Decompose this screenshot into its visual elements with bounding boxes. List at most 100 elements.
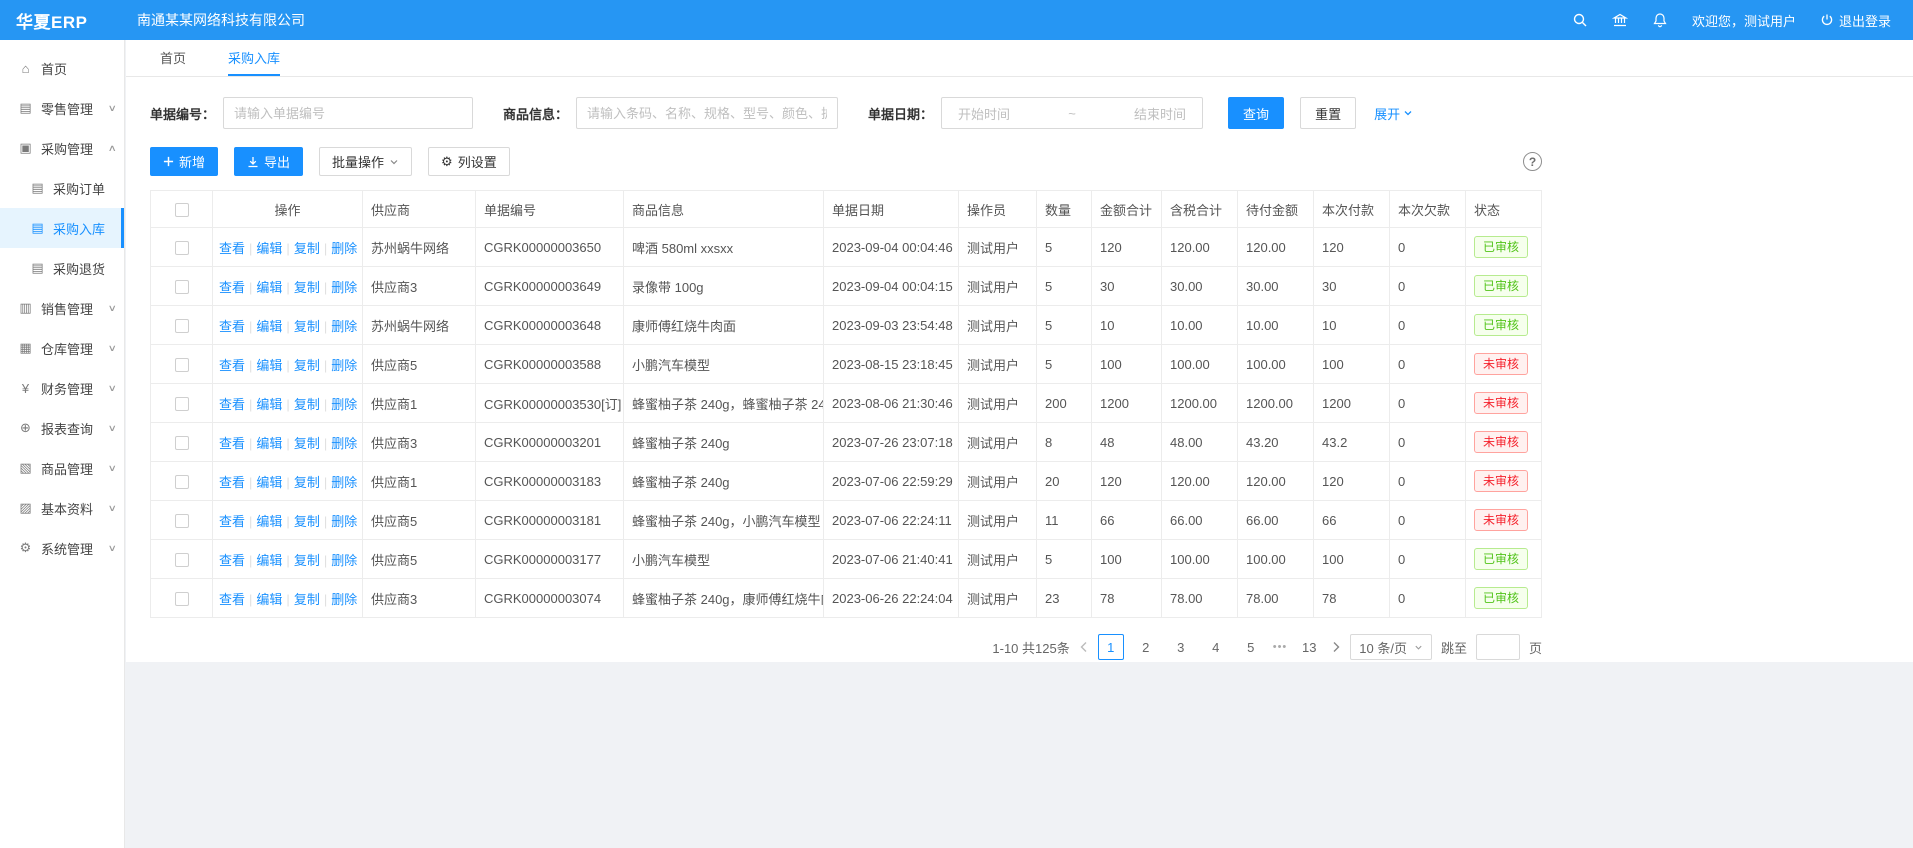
- sidebar-subitem-purchase-return[interactable]: ▤采购退货: [0, 248, 124, 288]
- page-button-4[interactable]: 4: [1203, 634, 1229, 660]
- delete-link[interactable]: 删除: [331, 553, 357, 568]
- delete-link[interactable]: 删除: [331, 592, 357, 607]
- edit-link[interactable]: 编辑: [256, 436, 282, 451]
- copy-link[interactable]: 复制: [294, 319, 320, 334]
- row-checkbox[interactable]: [175, 319, 189, 333]
- page-button-3[interactable]: 3: [1168, 634, 1194, 660]
- row-checkbox[interactable]: [175, 475, 189, 489]
- row-checkbox[interactable]: [175, 241, 189, 255]
- sidebar-item-home[interactable]: ⌂首页: [0, 48, 124, 88]
- page-button-2[interactable]: 2: [1133, 634, 1159, 660]
- next-page-button[interactable]: [1331, 641, 1341, 653]
- edit-link[interactable]: 编辑: [256, 475, 282, 490]
- edit-link[interactable]: 编辑: [256, 397, 282, 412]
- edit-link[interactable]: 编辑: [256, 592, 282, 607]
- copy-link[interactable]: 复制: [294, 436, 320, 451]
- copy-link[interactable]: 复制: [294, 475, 320, 490]
- column-settings-button[interactable]: ⚙ 列设置: [428, 147, 510, 176]
- view-link[interactable]: 查看: [219, 436, 245, 451]
- edit-link[interactable]: 编辑: [256, 280, 282, 295]
- supplier-cell: 供应商3: [363, 423, 476, 462]
- sidebar-subitem-purchase-order[interactable]: ▤采购订单: [0, 168, 124, 208]
- view-link[interactable]: 查看: [219, 241, 245, 256]
- sidebar-subitem-purchase-inbound[interactable]: ▤采购入库: [0, 208, 124, 248]
- copy-link[interactable]: 复制: [294, 514, 320, 529]
- select-all-checkbox[interactable]: [175, 203, 189, 217]
- delete-link[interactable]: 删除: [331, 241, 357, 256]
- copy-link[interactable]: 复制: [294, 241, 320, 256]
- page-size-select[interactable]: 10 条/页: [1350, 634, 1432, 660]
- copy-link[interactable]: 复制: [294, 280, 320, 295]
- sidebar-item-warehouse[interactable]: ▦仓库管理∨: [0, 328, 124, 368]
- action-separator: |: [286, 514, 289, 529]
- prev-page-button[interactable]: [1079, 641, 1089, 653]
- row-checkbox[interactable]: [175, 280, 189, 294]
- supplier-cell: 苏州蜗牛网络: [363, 228, 476, 267]
- delete-link[interactable]: 删除: [331, 358, 357, 373]
- view-link[interactable]: 查看: [219, 592, 245, 607]
- edit-link[interactable]: 编辑: [256, 319, 282, 334]
- sidebar-item-finance[interactable]: ¥财务管理∨: [0, 368, 124, 408]
- sidebar-item-sales[interactable]: ▥销售管理∨: [0, 288, 124, 328]
- edit-link[interactable]: 编辑: [256, 358, 282, 373]
- add-button[interactable]: 新增: [150, 147, 218, 176]
- help-icon[interactable]: ?: [1523, 152, 1542, 171]
- page-button-5[interactable]: 5: [1238, 634, 1264, 660]
- tab-purchase-inbound[interactable]: 采购入库: [228, 40, 280, 76]
- product-info-input[interactable]: [576, 97, 838, 129]
- sidebar-item-report[interactable]: ⊕报表查询∨: [0, 408, 124, 448]
- row-checkbox[interactable]: [175, 358, 189, 372]
- view-link[interactable]: 查看: [219, 280, 245, 295]
- sidebar-item-system[interactable]: ⚙系统管理∨: [0, 528, 124, 568]
- tab-home[interactable]: 首页: [160, 40, 186, 76]
- row-select-cell: [151, 306, 213, 345]
- export-button[interactable]: 导出: [234, 147, 303, 176]
- view-link[interactable]: 查看: [219, 358, 245, 373]
- sidebar-item-product[interactable]: ▧商品管理∨: [0, 448, 124, 488]
- row-checkbox[interactable]: [175, 553, 189, 567]
- delete-link[interactable]: 删除: [331, 280, 357, 295]
- edit-link[interactable]: 编辑: [256, 514, 282, 529]
- page-button-1[interactable]: 1: [1098, 634, 1124, 660]
- column-header: 状态: [1466, 191, 1542, 228]
- bell-icon[interactable]: [1652, 12, 1668, 28]
- unpaid-cell: 100.00: [1238, 540, 1314, 579]
- view-link[interactable]: 查看: [219, 397, 245, 412]
- bank-icon[interactable]: [1612, 12, 1628, 28]
- page-button-13[interactable]: 13: [1296, 634, 1322, 660]
- logout-button[interactable]: 退出登录: [1820, 11, 1891, 30]
- sidebar-item-basic[interactable]: ▨基本资料∨: [0, 488, 124, 528]
- row-checkbox[interactable]: [175, 514, 189, 528]
- search-icon[interactable]: [1572, 12, 1588, 28]
- column-header: 单据编号: [476, 191, 624, 228]
- view-link[interactable]: 查看: [219, 514, 245, 529]
- expand-link[interactable]: 展开: [1374, 104, 1413, 123]
- reset-button[interactable]: 重置: [1300, 97, 1356, 129]
- copy-link[interactable]: 复制: [294, 358, 320, 373]
- edit-link[interactable]: 编辑: [256, 553, 282, 568]
- date-range-picker[interactable]: 开始时间 ~ 结束时间: [941, 97, 1203, 129]
- jump-page-input[interactable]: [1476, 634, 1520, 660]
- search-button[interactable]: 查询: [1228, 97, 1284, 129]
- product-cell: 录像带 100g: [624, 267, 824, 306]
- delete-link[interactable]: 删除: [331, 436, 357, 451]
- view-link[interactable]: 查看: [219, 319, 245, 334]
- copy-link[interactable]: 复制: [294, 553, 320, 568]
- row-checkbox[interactable]: [175, 592, 189, 606]
- view-link[interactable]: 查看: [219, 475, 245, 490]
- delete-link[interactable]: 删除: [331, 397, 357, 412]
- doc-no-input[interactable]: [223, 97, 473, 129]
- view-link[interactable]: 查看: [219, 553, 245, 568]
- sidebar-item-purchase[interactable]: ▣采购管理∧: [0, 128, 124, 168]
- delete-link[interactable]: 删除: [331, 319, 357, 334]
- copy-link[interactable]: 复制: [294, 397, 320, 412]
- batch-actions-button[interactable]: 批量操作: [319, 147, 412, 176]
- delete-link[interactable]: 删除: [331, 514, 357, 529]
- sidebar-item-retail[interactable]: ▤零售管理∨: [0, 88, 124, 128]
- copy-link[interactable]: 复制: [294, 592, 320, 607]
- edit-link[interactable]: 编辑: [256, 241, 282, 256]
- row-checkbox[interactable]: [175, 397, 189, 411]
- delete-link[interactable]: 删除: [331, 475, 357, 490]
- row-checkbox[interactable]: [175, 436, 189, 450]
- paid-cell: 120: [1314, 228, 1390, 267]
